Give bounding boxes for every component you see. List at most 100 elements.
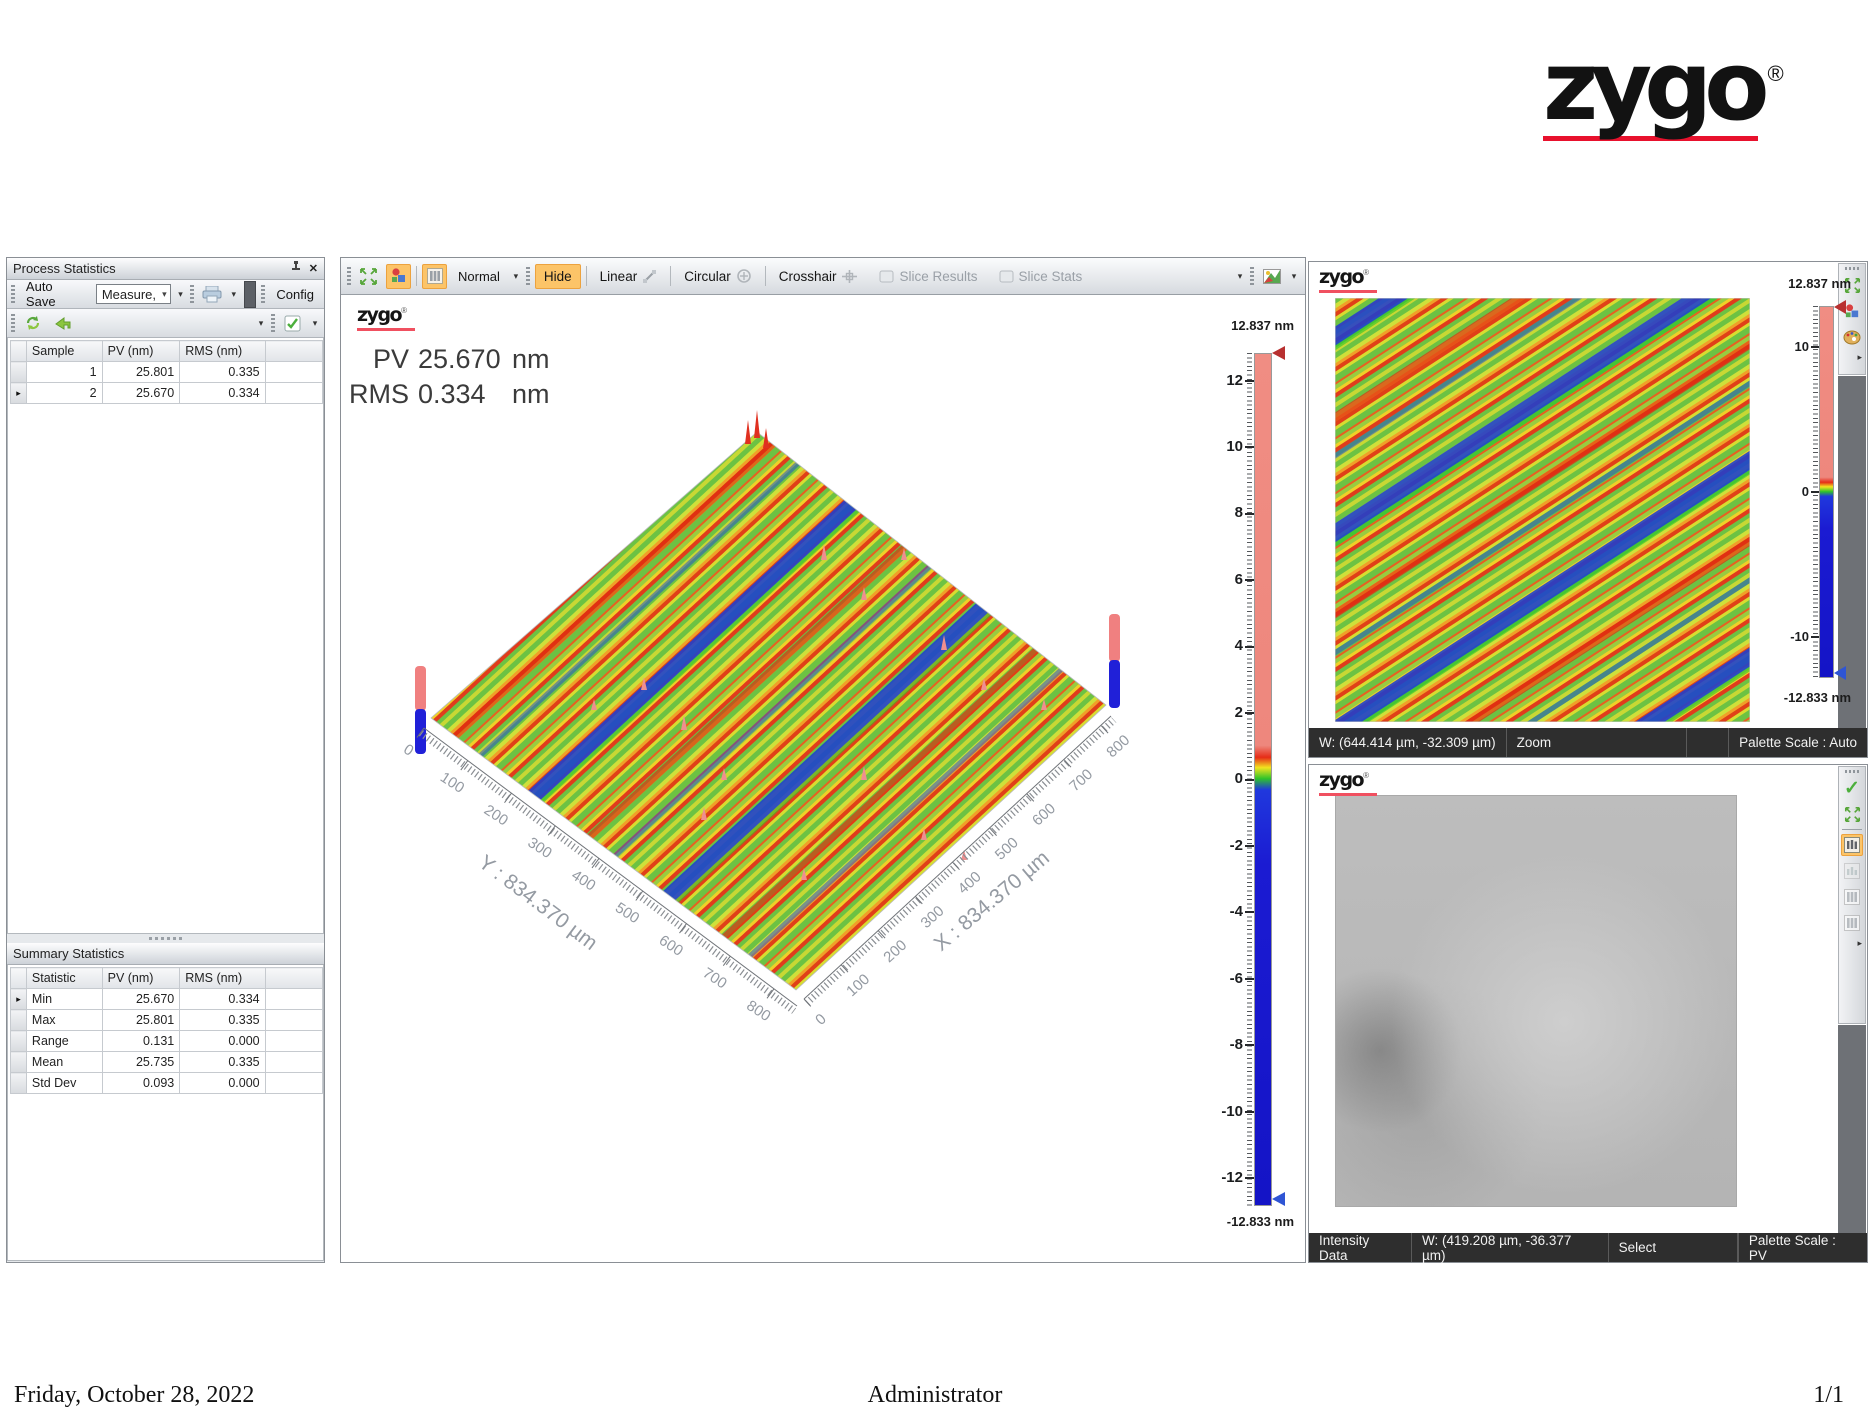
bars-display-mode-icon[interactable] <box>1841 886 1863 908</box>
colorbar-tick-label: -2 <box>1230 837 1243 854</box>
left-dock: Process Statistics ✕ Auto Save Measure, … <box>6 257 325 1263</box>
overflow-chevron-icon[interactable]: ▾ <box>256 319 266 328</box>
recall-data-icon[interactable] <box>50 311 75 336</box>
expand-toolbar-icon[interactable]: ▸ <box>1857 938 1862 949</box>
col-pv[interactable]: PV (nm) <box>102 341 180 362</box>
overflow-chevron-icon[interactable]: ▾ <box>511 272 521 281</box>
colorbar-tick-label: -8 <box>1230 1036 1243 1053</box>
toolbar-grip[interactable] <box>271 314 275 332</box>
3d-plot-type-icon[interactable] <box>386 264 411 289</box>
cell-pv: 25.801 <box>102 362 180 383</box>
print-icon[interactable] <box>199 282 224 307</box>
colorbar-bottom-marker[interactable] <box>1834 666 1846 680</box>
crosshair-label: Crosshair <box>779 269 837 284</box>
col-sample[interactable]: Sample <box>26 341 102 362</box>
overflow-chevron-icon[interactable]: ▾ <box>176 290 186 299</box>
colorbar-tick <box>1245 911 1254 913</box>
table-row[interactable]: Range 0.131 0.000 <box>11 1031 323 1052</box>
surface-3d-plot[interactable]: 0 100 200 300 400 500 600 700 800 Y : 83… <box>341 408 1201 1048</box>
resize-arrows-icon[interactable] <box>356 264 381 289</box>
zoom-colorbar[interactable]: 12.837 nm -12.833 nm 100-10 <box>1747 276 1865 736</box>
slice-results-button[interactable]: Slice Results <box>871 265 985 288</box>
svg-text:800: 800 <box>1103 732 1133 761</box>
cell-pv: 25.735 <box>102 1052 180 1073</box>
toolbar-grip[interactable] <box>11 285 15 303</box>
intensity-display-mode-icon[interactable] <box>1841 834 1863 856</box>
bars-alt-display-mode-icon[interactable] <box>1841 912 1863 934</box>
x-axis-label: X : 834.370 µm <box>930 846 1054 955</box>
toolbar-grip[interactable] <box>526 267 530 285</box>
report-check-icon[interactable] <box>280 311 305 336</box>
pv-unit: nm <box>512 342 550 377</box>
col-rms[interactable]: RMS (nm) <box>180 341 265 362</box>
cell-rms: 0.334 <box>180 989 265 1010</box>
close-icon[interactable]: ✕ <box>309 262 318 275</box>
slice-stats-button[interactable]: Slice Stats <box>991 265 1091 288</box>
overflow-chevron-icon[interactable]: ▾ <box>229 290 239 299</box>
color-map-icon[interactable] <box>1259 264 1284 289</box>
intensity-image[interactable] <box>1335 795 1737 1207</box>
toolbar-grip[interactable] <box>1845 267 1859 270</box>
collapsed-toolbar-block[interactable] <box>244 281 257 308</box>
refresh-icon[interactable] <box>20 311 45 336</box>
toolbar-grip[interactable] <box>261 285 265 303</box>
dock-splitter[interactable] <box>7 934 324 943</box>
plot-style-icon[interactable] <box>422 264 447 289</box>
table-row[interactable]: ▸ 2 25.670 0.334 <box>11 383 323 404</box>
colorbar-min-label: -12.833 nm <box>1199 1214 1294 1229</box>
colorbar-gradient[interactable] <box>1254 353 1272 1206</box>
slice-stats-label: Slice Stats <box>1019 269 1083 284</box>
toolbar-grip[interactable] <box>1250 267 1254 285</box>
cell-pv: 25.670 <box>102 383 180 404</box>
registered-mark: ® <box>1768 61 1784 86</box>
circular-slice-button[interactable]: Circular <box>676 264 760 288</box>
col-rms[interactable]: RMS (nm) <box>180 968 265 989</box>
col-statistic[interactable]: Statistic <box>26 968 102 989</box>
table-row[interactable]: Max 25.801 0.335 <box>11 1010 323 1031</box>
summary-statistics-titlebar[interactable]: Summary Statistics <box>7 943 324 965</box>
report-user: Administrator <box>868 1382 1003 1409</box>
colorbar-tick <box>1245 646 1254 648</box>
table-row[interactable]: ▸ Min 25.670 0.334 <box>11 989 323 1010</box>
colorbar-top-marker[interactable] <box>1272 346 1285 360</box>
colorbar-tick <box>1245 1177 1254 1179</box>
colorbar-tick-label: -10 <box>1790 629 1809 644</box>
surface-map-2d[interactable] <box>1335 298 1750 722</box>
row-selected-marker: ▸ <box>11 383 27 404</box>
toolbar-grip[interactable] <box>347 267 351 285</box>
table-row[interactable]: Mean 25.735 0.335 <box>11 1052 323 1073</box>
colorbar-top-marker[interactable] <box>1834 300 1846 314</box>
resize-arrows-icon[interactable] <box>1841 803 1863 825</box>
colorbar-tick-label: -10 <box>1221 1103 1243 1120</box>
toolbar-grip[interactable] <box>190 285 194 303</box>
colorbar-tick-label: 2 <box>1235 704 1243 721</box>
cell-pv: 25.801 <box>102 1010 180 1031</box>
colorbar-bottom-marker[interactable] <box>1272 1192 1285 1206</box>
height-colorbar[interactable]: 12.837 nm -12.833 nm 121086420-2-4-6-8-1… <box>1199 318 1304 1233</box>
pin-icon[interactable] <box>290 261 301 276</box>
crosshair-button[interactable]: Crosshair <box>771 265 867 288</box>
hide-button[interactable]: Hide <box>535 264 581 289</box>
overflow-chevron-icon[interactable]: ▾ <box>310 319 320 328</box>
accept-check-icon[interactable]: ✓ <box>1841 777 1863 799</box>
table-row[interactable]: 1 25.801 0.335 <box>11 362 323 383</box>
overflow-chevron-icon[interactable]: ▾ <box>1289 272 1299 281</box>
colorbar-tick-label: 0 <box>1235 770 1243 787</box>
mouse-mode[interactable]: Select <box>1609 1233 1738 1262</box>
overflow-chevron-icon[interactable]: ▾ <box>1235 272 1245 281</box>
col-pv[interactable]: PV (nm) <box>102 968 180 989</box>
view-mode-dropdown[interactable]: Normal <box>452 267 506 286</box>
cell-statistic: Min <box>26 989 102 1010</box>
histogram-display-mode-icon[interactable] <box>1841 860 1863 882</box>
colorbar-gradient[interactable] <box>1819 306 1834 678</box>
palette-scale-mode[interactable]: Palette Scale : PV <box>1738 1233 1867 1262</box>
cell-rms: 0.335 <box>180 1052 265 1073</box>
measure-dropdown[interactable]: Measure, ▾ <box>96 284 171 304</box>
mouse-mode[interactable]: Zoom <box>1507 728 1687 757</box>
toolbar-grip[interactable] <box>11 314 15 332</box>
config-button[interactable]: Config <box>270 285 320 304</box>
auto-save-button[interactable]: Auto Save <box>20 277 91 311</box>
toolbar-grip[interactable] <box>1845 770 1859 773</box>
linear-slice-button[interactable]: Linear <box>592 265 666 288</box>
table-row[interactable]: Std Dev 0.093 0.000 <box>11 1073 323 1094</box>
